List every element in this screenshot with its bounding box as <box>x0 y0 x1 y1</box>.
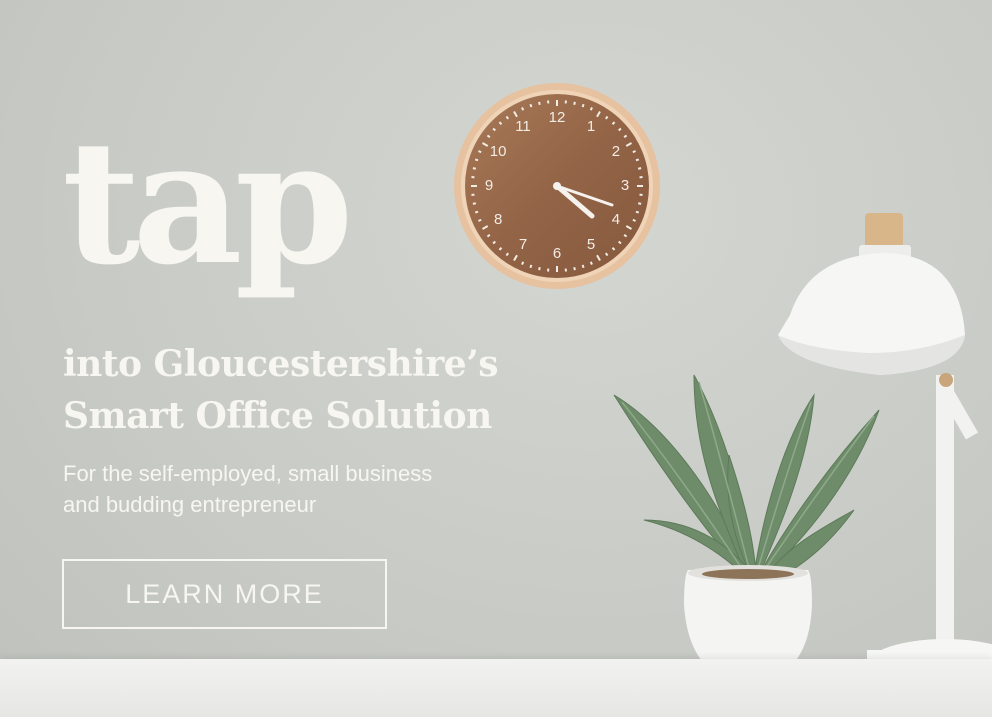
clock-tick <box>581 264 585 269</box>
clock-tick <box>589 107 593 111</box>
clock-tick <box>486 233 491 238</box>
clock-numeral: 3 <box>621 177 629 194</box>
hero-banner: 12 1 2 3 4 5 6 7 8 9 10 11 tap into Glou… <box>0 0 992 717</box>
headline: into Gloucestershire’s Smart Office Solu… <box>63 338 583 442</box>
clock-tick <box>529 103 533 108</box>
clock-tick <box>635 158 640 162</box>
clock-tick <box>632 218 636 222</box>
desk-surface <box>0 659 992 717</box>
clock-tick <box>637 167 642 170</box>
clock-numeral: 5 <box>587 236 595 253</box>
clock-tick <box>474 210 479 214</box>
clock-tick <box>472 167 477 170</box>
clock-numeral: 9 <box>485 177 493 194</box>
brand-logo: tap <box>62 103 354 303</box>
clock-tick <box>538 266 541 271</box>
clock-tick <box>573 101 576 106</box>
clock-tick <box>472 202 477 205</box>
clock-tick <box>486 134 491 139</box>
wall-clock-icon: 121234567891011 <box>454 83 660 289</box>
clock-numeral: 4 <box>612 211 620 228</box>
clock-numeral: 7 <box>519 236 527 253</box>
clock-numeral: 11 <box>515 118 531 135</box>
clock-tick <box>474 158 479 162</box>
clock-tick <box>637 202 642 205</box>
clock-tick <box>604 252 609 257</box>
clock-tick <box>573 266 576 271</box>
headline-line-1: into Gloucestershire’s <box>63 343 499 385</box>
clock-tick <box>632 150 636 154</box>
subheadline-line-2: and budding entrepreneur <box>63 492 317 517</box>
subheadline-line-1: For the self-employed, small business <box>63 461 433 486</box>
clock-tick <box>478 150 482 154</box>
clock-numeral: 6 <box>553 245 561 262</box>
clock-tick <box>581 103 585 108</box>
headline-line-2: Smart Office Solution <box>63 395 492 437</box>
clock-tick <box>538 101 541 106</box>
clock-numeral: 10 <box>490 143 507 160</box>
clock-tick <box>623 134 628 139</box>
subheadline: For the self-employed, small business an… <box>63 458 563 520</box>
clock-tick <box>478 218 482 222</box>
clock-tick <box>505 115 510 120</box>
clock-numeral: 1 <box>587 118 595 135</box>
clock-numeral: 2 <box>612 143 620 160</box>
clock-tick <box>521 107 525 111</box>
clock-tick <box>521 261 525 265</box>
clock-tick <box>623 233 628 238</box>
clock-tick <box>604 115 609 120</box>
clock-numeral: 8 <box>494 211 502 228</box>
desk-lamp-icon <box>778 213 992 691</box>
clock-tick <box>505 252 510 257</box>
clock-tick <box>635 210 640 214</box>
clock-tick <box>589 261 593 265</box>
clock-tick <box>529 264 533 269</box>
learn-more-button[interactable]: LEARN MORE <box>62 559 387 629</box>
clock-numeral: 12 <box>549 109 566 126</box>
